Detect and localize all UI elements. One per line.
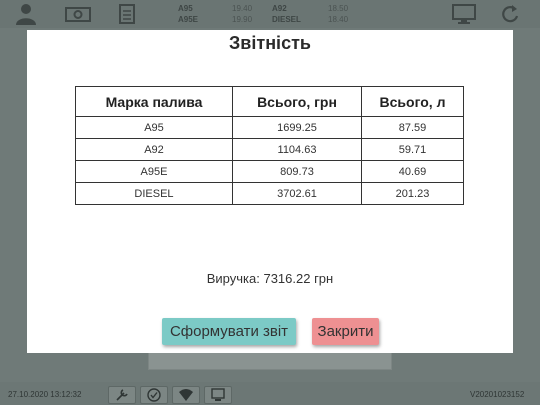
- generate-report-button[interactable]: Сформувати звіт: [162, 318, 296, 345]
- table-row: A95 1699.25 87.59: [75, 116, 464, 139]
- network-button[interactable]: [172, 386, 200, 404]
- cell-total-liters: 40.69: [361, 160, 464, 183]
- dialog-title: Звітність: [229, 33, 311, 53]
- version-label: V20201023152: [470, 390, 525, 399]
- report-icon[interactable]: [118, 3, 136, 25]
- monitor-icon[interactable]: [452, 3, 476, 25]
- user-icon[interactable]: [14, 3, 38, 25]
- price-value-a95: 19.40: [232, 4, 253, 13]
- cell-total-liters: 201.23: [361, 182, 464, 205]
- table-row: DIESEL 3702.61 201.23: [75, 182, 464, 205]
- col-header-fuel: Марка палива: [75, 86, 233, 117]
- money-icon[interactable]: [65, 3, 91, 25]
- price-value-a95e: 19.90: [232, 15, 253, 24]
- revenue-total: Виручка: 7316.22 грн: [206, 271, 334, 286]
- check-circle-icon: [147, 388, 161, 402]
- col-header-total-liters: Всього, л: [361, 86, 464, 117]
- price-value-a92: 18.50: [328, 4, 349, 13]
- close-button[interactable]: Закрити: [312, 318, 379, 345]
- report-dialog: Звітність Марка палива Всього, грн Всьог…: [27, 30, 513, 353]
- table-row: A95E 809.73 40.69: [75, 160, 464, 183]
- wifi-icon: [179, 389, 193, 401]
- status-bar: 27.10.2020 13:12:32 V20201023152: [0, 382, 540, 405]
- datetime-label: 27.10.2020 13:12:32: [8, 390, 82, 399]
- cell-total-uah: 809.73: [232, 160, 362, 183]
- cell-total-uah: 3702.61: [232, 182, 362, 205]
- cell-total-liters: 59.71: [361, 138, 464, 161]
- cell-total-uah: 1699.25: [232, 116, 362, 139]
- check-button[interactable]: [140, 386, 168, 404]
- price-fuel-a92: A92: [272, 4, 287, 13]
- cell-fuel: A95: [75, 116, 233, 139]
- cell-fuel: A95E: [75, 160, 233, 183]
- terminal-icon: [211, 388, 225, 401]
- table-row: A92 1104.63 59.71: [75, 138, 464, 161]
- cell-fuel: DIESEL: [75, 182, 233, 205]
- price-value-diesel: 18.40: [328, 15, 349, 24]
- terminal-button[interactable]: [204, 386, 232, 404]
- cell-total-uah: 1104.63: [232, 138, 362, 161]
- cell-total-liters: 87.59: [361, 116, 464, 139]
- service-button[interactable]: [108, 386, 136, 404]
- background-panel: [148, 352, 392, 370]
- price-fuel-diesel: DIESEL: [272, 15, 301, 24]
- price-fuel-a95e: A95E: [178, 15, 199, 24]
- col-header-total-uah: Всього, грн: [232, 86, 362, 117]
- cell-fuel: A92: [75, 138, 233, 161]
- top-bar: A95 19.40 A95E 19.90 A92 18.50 DIESEL 18…: [0, 0, 540, 28]
- refresh-icon[interactable]: [500, 3, 520, 25]
- price-fuel-a95: A95: [178, 4, 193, 13]
- table-header-row: Марка палива Всього, грн Всього, л: [75, 86, 464, 117]
- wrench-icon: [116, 389, 128, 401]
- report-table: Марка палива Всього, грн Всього, л A95 1…: [75, 86, 464, 205]
